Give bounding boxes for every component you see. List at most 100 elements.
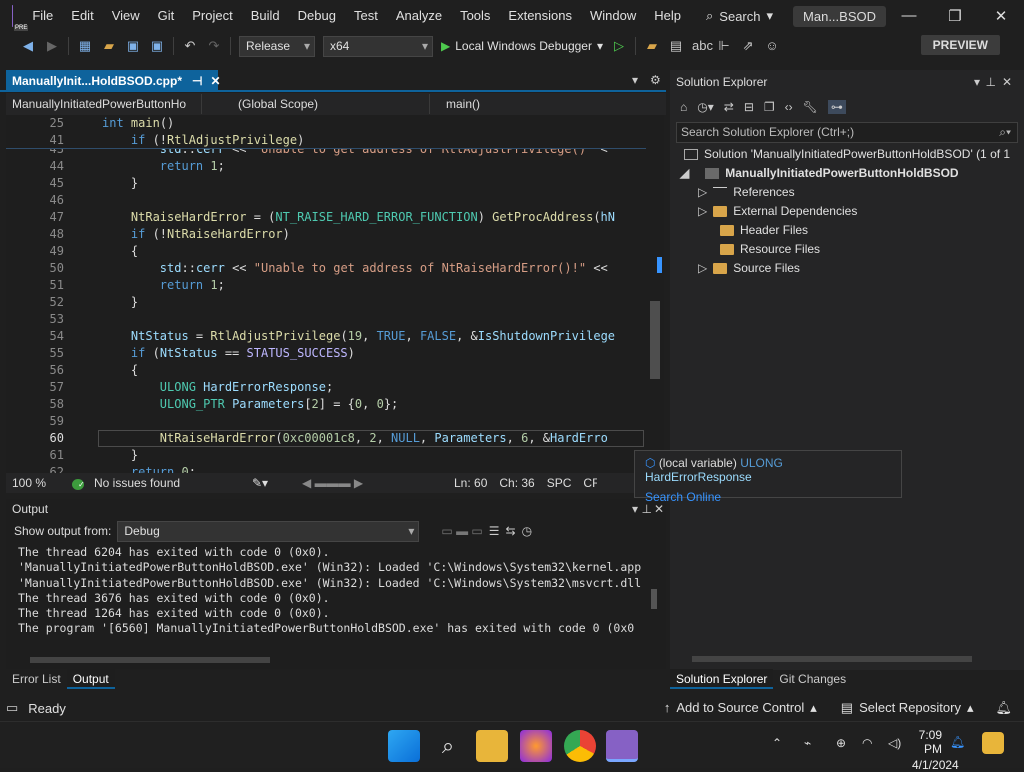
start-without-debugging-icon[interactable]: ▷: [611, 38, 627, 54]
chevron-down-icon[interactable]: ▾: [974, 70, 980, 94]
save-all-icon[interactable]: ▣: [149, 38, 165, 54]
chevron-down-icon[interactable]: ▾: [632, 499, 638, 519]
code-line[interactable]: return 1;: [102, 158, 225, 175]
search-menu[interactable]: ⌕ Search ▾: [698, 8, 781, 24]
tree-project[interactable]: ◢ ManuallyInitiatedPowerButtonHoldBSOD: [670, 164, 1024, 183]
add-to-source-control-button[interactable]: ↑ Add to Source Control ▴: [664, 700, 817, 716]
redo-icon[interactable]: ↷: [206, 38, 222, 54]
menu-project[interactable]: Project: [183, 0, 241, 32]
search-online-link[interactable]: Search Online: [645, 490, 891, 504]
menu-build[interactable]: Build: [242, 0, 289, 32]
menu-edit[interactable]: Edit: [62, 0, 102, 32]
open-folder-icon[interactable]: ▰: [101, 38, 117, 54]
tree-item-source-files[interactable]: ▷ Source Files: [670, 259, 1024, 278]
code-line[interactable]: NtRaiseHardError = (NT_RAISE_HARD_ERROR_…: [102, 209, 615, 226]
back-icon[interactable]: ◀: [20, 38, 36, 54]
tree-item-references[interactable]: ▷ References: [670, 183, 1024, 202]
save-icon[interactable]: ▣: [125, 38, 141, 54]
tab-output[interactable]: Output: [66, 669, 115, 689]
align-icon[interactable]: ⊩: [716, 38, 732, 54]
wrench-icon[interactable]: 🔧︎: [803, 100, 818, 114]
code-line[interactable]: if (!NtRaiseHardError): [102, 226, 290, 243]
home-icon[interactable]: ⌂: [680, 100, 687, 114]
code-line[interactable]: if (NtStatus == STATUS_SUCCESS): [102, 345, 355, 362]
output-vertical-scrollbar[interactable]: [646, 545, 662, 651]
forward-icon[interactable]: ▶: [44, 38, 60, 54]
code-line[interactable]: NtStatus = RtlAdjustPrivilege(19, TRUE, …: [102, 328, 615, 345]
configuration-select[interactable]: Release: [239, 35, 315, 57]
menu-view[interactable]: View: [103, 0, 149, 32]
clock[interactable]: 7:09 PM 4/1/2024: [912, 728, 959, 772]
sticky-scroll-header[interactable]: 25 int main() 41 if (!RtlAdjustPrivilege): [6, 115, 646, 149]
zoom-level[interactable]: 100 %: [6, 476, 66, 490]
menu-window[interactable]: Window: [581, 0, 645, 32]
close-icon[interactable]: ✕: [978, 7, 1024, 25]
menu-test[interactable]: Test: [345, 0, 387, 32]
preview-icon[interactable]: ⊶: [827, 100, 846, 114]
tab-source-file[interactable]: ManuallyInit...HoldBSOD.cpp* ⊣ ✕: [6, 70, 221, 92]
globe-icon[interactable]: ⊕: [836, 736, 846, 750]
notification-bell-icon[interactable]: 🔔︎: [995, 700, 1012, 716]
column-indicator[interactable]: Ch: 36: [493, 476, 540, 490]
solution-search-input[interactable]: Search Solution Explorer (Ctrl+;) ⌕▾: [676, 122, 1018, 143]
pin-icon[interactable]: ⊣: [192, 74, 202, 88]
firefox-icon[interactable]: [520, 730, 552, 762]
volume-icon[interactable]: ◁): [888, 736, 901, 750]
editor-horizontal-scrollbar[interactable]: ◀ ▬▬▬ ▶: [296, 476, 426, 490]
platform-select[interactable]: x64: [323, 35, 433, 57]
close-tab-icon[interactable]: ✕: [210, 74, 220, 88]
folder-icon[interactable]: ▰: [644, 38, 660, 54]
new-project-icon[interactable]: ▦: [77, 38, 93, 54]
expanded-arrow-icon[interactable]: ◢: [680, 166, 689, 180]
sticky-code-line[interactable]: if (!RtlAdjustPrivilege): [102, 132, 304, 149]
collapsed-arrow-icon[interactable]: ▷: [698, 185, 707, 199]
tree-item-external-dependencies[interactable]: ▷ External Dependencies: [670, 202, 1024, 221]
preview-badge[interactable]: PREVIEW: [920, 35, 1000, 55]
visual-studio-icon[interactable]: [606, 730, 638, 762]
code-line[interactable]: }: [102, 447, 138, 464]
minimize-icon[interactable]: —: [886, 7, 932, 25]
clock-icon[interactable]: ◷: [522, 524, 532, 538]
output-horizontal-scrollbar[interactable]: [20, 656, 636, 664]
brush-icon[interactable]: ✎▾: [246, 476, 296, 490]
chrome-icon[interactable]: [564, 730, 596, 762]
start-menu-icon[interactable]: [388, 730, 420, 762]
code-line[interactable]: ULONG HardErrorResponse;: [102, 379, 333, 396]
code-line[interactable]: {: [102, 362, 138, 379]
sticky-code-line[interactable]: int main(): [102, 115, 174, 132]
tree-item-resource-files[interactable]: Resource Files: [670, 240, 1024, 259]
solution-title[interactable]: Man...BSOD: [793, 5, 886, 27]
notification-icon[interactable]: 🔔︎: [950, 735, 965, 749]
find-message-icon[interactable]: ▭ ▬ ▭: [441, 524, 482, 538]
line-ending-indicator[interactable]: CRLF: [577, 476, 597, 490]
line-indicator[interactable]: Ln: 60: [448, 476, 493, 490]
project-dropdown[interactable]: ManuallyInitiatedPowerButtonHo: [6, 94, 202, 114]
tree-solution[interactable]: Solution 'ManuallyInitiatedPowerButtonHo…: [670, 145, 1024, 164]
word-wrap-icon[interactable]: ⇆: [506, 524, 516, 538]
close-icon[interactable]: ✕: [1002, 70, 1012, 94]
copilot-icon[interactable]: [982, 732, 1004, 754]
menu-help[interactable]: Help: [645, 0, 690, 32]
undo-icon[interactable]: ↶: [182, 38, 198, 54]
code-line[interactable]: std::cerr << "Unable to get address of N…: [102, 260, 608, 277]
output-text[interactable]: The thread 6204 has exited with code 0 (…: [6, 545, 646, 651]
solution-explorer-horizontal-scrollbar[interactable]: [676, 654, 1016, 664]
member-dropdown[interactable]: main(): [430, 94, 650, 114]
share-icon[interactable]: ⇗: [740, 38, 756, 54]
file-explorer-icon[interactable]: [476, 730, 508, 762]
spell-check-icon[interactable]: abc: [692, 38, 713, 54]
output-source-select[interactable]: Debug: [117, 520, 420, 542]
tab-list-chevron-icon[interactable]: ▾: [632, 73, 638, 87]
menu-debug[interactable]: Debug: [289, 0, 345, 32]
clear-all-icon[interactable]: ☰: [489, 524, 500, 538]
tab-solution-explorer[interactable]: Solution Explorer: [670, 669, 774, 689]
start-debugging-button[interactable]: ▶ Local Windows Debugger ▾: [441, 39, 603, 53]
menu-analyze[interactable]: Analyze: [387, 0, 451, 32]
scope-dropdown[interactable]: (Global Scope): [202, 94, 430, 114]
layout-icon[interactable]: ▤: [668, 38, 684, 54]
history-icon[interactable]: ◷▾: [697, 100, 714, 114]
tree-item-header-files[interactable]: Header Files: [670, 221, 1024, 240]
copy-icon[interactable]: ❐: [764, 100, 775, 114]
menu-tools[interactable]: Tools: [451, 0, 499, 32]
menu-git[interactable]: Git: [149, 0, 184, 32]
